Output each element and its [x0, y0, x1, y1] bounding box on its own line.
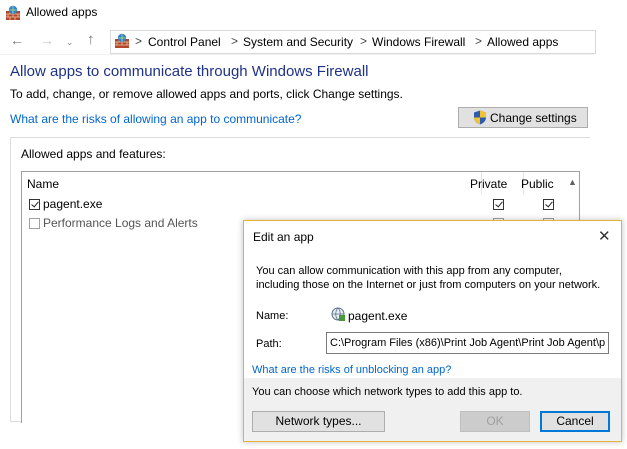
risks-of-allowing-link[interactable]: What are the risks of allowing an app to… [10, 112, 301, 126]
app-name[interactable]: pagent.exe [43, 197, 102, 211]
page-subtitle: To add, change, or remove allowed apps a… [10, 87, 403, 101]
page-title: Allow apps to communicate through Window… [10, 63, 369, 80]
address-bar[interactable]: > Control Panel > System and Security > … [110, 30, 596, 54]
path-label: Path: [256, 338, 282, 350]
ok-button[interactable]: OK [460, 411, 530, 432]
path-value: C:\Program Files (x86)\Print Job Agent\P… [330, 337, 606, 349]
public-checkbox[interactable] [543, 199, 554, 210]
up-arrow-icon[interactable]: ↑ [87, 31, 95, 49]
breadcrumb-separator-icon[interactable]: > [360, 34, 367, 48]
breadcrumb-separator-icon[interactable]: > [135, 34, 142, 48]
window-title: Allowed apps [26, 5, 98, 19]
column-header-private[interactable]: Private [470, 177, 507, 191]
back-arrow-icon[interactable]: ← [10, 31, 24, 49]
firewall-icon [114, 33, 130, 49]
scroll-up-chevron-icon[interactable]: ▲ [565, 173, 580, 191]
cancel-button[interactable]: Cancel [540, 411, 610, 432]
title-bar: Allowed apps [0, 0, 627, 26]
dialog-title: Edit an app [253, 230, 314, 244]
breadcrumb-separator-icon[interactable]: > [475, 34, 482, 48]
breadcrumb-control-panel[interactable]: Control Panel [148, 35, 221, 49]
column-header-public[interactable]: Public [521, 177, 554, 191]
breadcrumb-allowed-apps[interactable]: Allowed apps [487, 35, 558, 49]
recent-locations-chevron-icon[interactable]: ⌄ [66, 33, 74, 51]
breadcrumb-system-and-security[interactable]: System and Security [243, 35, 353, 49]
breadcrumb-separator-icon[interactable]: > [231, 34, 238, 48]
group-label: Allowed apps and features: [21, 147, 166, 161]
firewall-icon [5, 5, 21, 21]
change-settings-button[interactable]: Change settings [458, 107, 588, 128]
close-icon[interactable]: ✕ [598, 227, 611, 245]
navigation-bar: ← → ⌄ ↑ > Control Panel > System and Sec… [0, 28, 596, 55]
change-settings-label: Change settings [490, 111, 577, 125]
app-enabled-checkbox[interactable] [29, 199, 40, 210]
forward-arrow-icon[interactable]: → [40, 31, 54, 49]
app-enabled-checkbox[interactable] [29, 218, 40, 229]
edit-app-dialog: Edit an app ✕ You can allow communicatio… [243, 220, 622, 442]
app-name[interactable]: Performance Logs and Alerts [43, 216, 198, 230]
network-types-hint: You can choose which network types to ad… [252, 386, 523, 398]
name-label: Name: [256, 310, 289, 322]
risks-of-unblocking-link[interactable]: What are the risks of unblocking an app? [252, 364, 451, 376]
breadcrumb-windows-firewall[interactable]: Windows Firewall [372, 35, 465, 49]
app-globe-icon [330, 306, 346, 322]
dialog-description: You can allow communication with this ap… [256, 265, 601, 291]
column-header-name[interactable]: Name [27, 177, 59, 191]
private-checkbox[interactable] [493, 199, 504, 210]
path-field[interactable]: C:\Program Files (x86)\Print Job Agent\P… [326, 332, 609, 354]
network-types-button[interactable]: Network types... [252, 411, 385, 432]
dialog-footer: You can choose which network types to ad… [244, 378, 621, 441]
uac-shield-icon [473, 110, 487, 125]
app-name-value: pagent.exe [348, 309, 408, 323]
